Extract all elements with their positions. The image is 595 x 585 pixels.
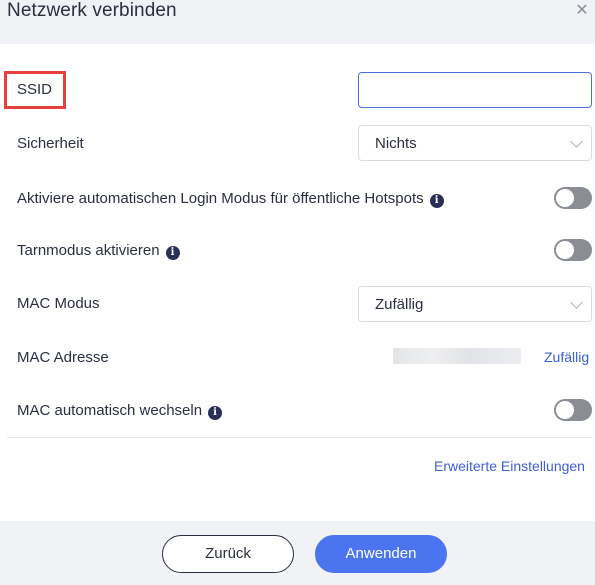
mac-auto-change-label-text: MAC automatisch wechseln bbox=[17, 402, 203, 419]
apply-button[interactable]: Anwenden bbox=[315, 535, 447, 573]
auto-login-label-text: Aktiviere automatischen Login Modus für … bbox=[17, 190, 424, 207]
ssid-input[interactable] bbox=[358, 72, 592, 108]
mac-address-value-redacted bbox=[393, 348, 521, 364]
mac-random-link[interactable]: Zufällig bbox=[544, 349, 589, 365]
stealth-label: Tarnmodus aktivieren i bbox=[17, 242, 180, 260]
info-icon[interactable]: i bbox=[208, 406, 223, 420]
auto-login-label: Aktiviere automatischen Login Modus für … bbox=[17, 190, 444, 208]
dialog-footer bbox=[0, 521, 595, 585]
divider bbox=[7, 437, 592, 438]
mac-mode-label: MAC Modus bbox=[17, 295, 100, 312]
mac-mode-select[interactable]: Zufällig bbox=[358, 286, 592, 322]
security-select[interactable]: Nichts bbox=[358, 125, 592, 161]
security-label: Sicherheit bbox=[17, 135, 84, 152]
info-icon[interactable]: i bbox=[429, 194, 444, 208]
stealth-toggle[interactable] bbox=[554, 239, 592, 261]
toggle-knob bbox=[556, 401, 574, 419]
back-button[interactable]: Zurück bbox=[162, 535, 294, 573]
mac-mode-select-value: Zufällig bbox=[375, 296, 424, 313]
mac-auto-change-toggle[interactable] bbox=[554, 399, 592, 421]
mac-address-label: MAC Adresse bbox=[17, 349, 109, 366]
security-select-value: Nichts bbox=[375, 135, 417, 152]
ssid-label: SSID bbox=[17, 81, 53, 98]
info-icon[interactable]: i bbox=[165, 246, 180, 260]
stealth-label-text: Tarnmodus aktivieren bbox=[17, 242, 160, 259]
advanced-settings-link[interactable]: Erweiterte Einstellungen bbox=[434, 458, 585, 474]
auto-login-toggle[interactable] bbox=[554, 187, 592, 209]
dialog-header: Netzwerk verbinden ✕ bbox=[0, 0, 595, 44]
chevron-down-icon bbox=[570, 296, 583, 309]
chevron-down-icon bbox=[570, 135, 583, 148]
toggle-knob bbox=[556, 241, 574, 259]
dialog-title: Netzwerk verbinden bbox=[7, 0, 177, 21]
toggle-knob bbox=[556, 189, 574, 207]
mac-auto-change-label: MAC automatisch wechseln i bbox=[17, 402, 223, 420]
close-icon[interactable]: ✕ bbox=[574, 3, 590, 19]
